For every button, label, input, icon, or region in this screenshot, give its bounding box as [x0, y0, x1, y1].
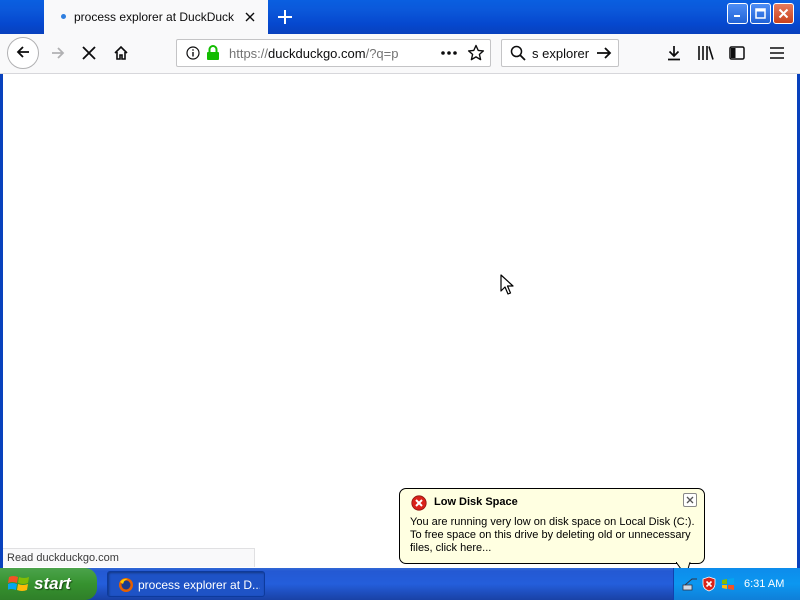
balloon-title: Low Disk Space [434, 496, 518, 508]
downloads-button[interactable] [659, 39, 689, 69]
sidebar-button[interactable] [722, 39, 752, 69]
home-button[interactable] [106, 39, 136, 69]
menu-button[interactable] [762, 39, 792, 69]
back-button[interactable] [7, 37, 39, 69]
bookmark-star-icon[interactable] [467, 44, 485, 65]
downloads-icon [666, 45, 682, 64]
go-arrow-icon[interactable] [596, 45, 612, 64]
system-tray: 6:31 AM [673, 568, 800, 600]
new-tab-icon[interactable] [272, 4, 298, 30]
back-arrow-icon [15, 44, 31, 63]
info-icon[interactable] [186, 46, 200, 63]
close-window-button[interactable] [773, 3, 794, 24]
title-bar: process explorer at DuckDuckGo [0, 0, 800, 34]
mouse-cursor-icon [500, 274, 514, 299]
minimize-button[interactable] [727, 3, 748, 24]
search-input[interactable]: s explorer [532, 46, 589, 61]
library-icon [697, 45, 715, 64]
taskbar-item-label: process explorer at D... [138, 578, 260, 592]
library-button[interactable] [691, 39, 721, 69]
start-button[interactable]: start [0, 568, 97, 600]
tab-title: process explorer at DuckDuckGo [74, 10, 234, 24]
address-bar[interactable]: https://duckduckgo.com/?q=p [176, 39, 491, 67]
firefox-icon [118, 577, 134, 596]
low-disk-space-balloon[interactable]: Low Disk Space You are running very low … [399, 488, 705, 564]
search-bar[interactable]: s explorer [501, 39, 619, 67]
loading-indicator-icon [61, 14, 66, 19]
close-tab-icon[interactable] [240, 7, 260, 27]
balloon-close-icon[interactable] [683, 493, 697, 507]
home-icon [113, 45, 129, 64]
forward-button[interactable] [43, 39, 73, 69]
security-shield-icon[interactable] [701, 576, 717, 592]
stop-button[interactable] [74, 39, 104, 69]
url-domain: duckduckgo.com [268, 46, 366, 61]
windows-update-icon[interactable] [720, 576, 736, 592]
sidebar-icon [729, 45, 745, 63]
clock: 6:31 AM [744, 578, 785, 590]
error-icon [411, 495, 427, 514]
lock-icon[interactable] [206, 45, 220, 64]
navigation-toolbar: https://duckduckgo.com/?q=p s explorer [0, 34, 800, 74]
url-scheme: https:// [229, 46, 269, 61]
windows-logo-icon [7, 574, 30, 599]
menu-icon [770, 46, 784, 62]
taskbar: start process explorer at D... 6:31 AM [0, 568, 800, 600]
balloon-message[interactable]: You are running very low on disk space o… [410, 516, 700, 555]
start-label: start [34, 574, 71, 593]
forward-arrow-icon [50, 45, 66, 64]
tab-duckduckgo[interactable]: process explorer at DuckDuckGo [44, 0, 268, 34]
status-bar: Read duckduckgo.com [3, 548, 255, 567]
url-text[interactable]: https://duckduckgo.com/?q=p [229, 46, 405, 61]
stop-icon [82, 45, 96, 63]
maximize-button[interactable] [750, 3, 771, 24]
taskbar-item-firefox[interactable]: process explorer at D... [107, 571, 265, 597]
page-actions-icon[interactable] [440, 47, 458, 62]
url-path: /?q=p [365, 46, 399, 61]
network-icon[interactable] [682, 576, 698, 592]
search-icon [510, 45, 526, 64]
